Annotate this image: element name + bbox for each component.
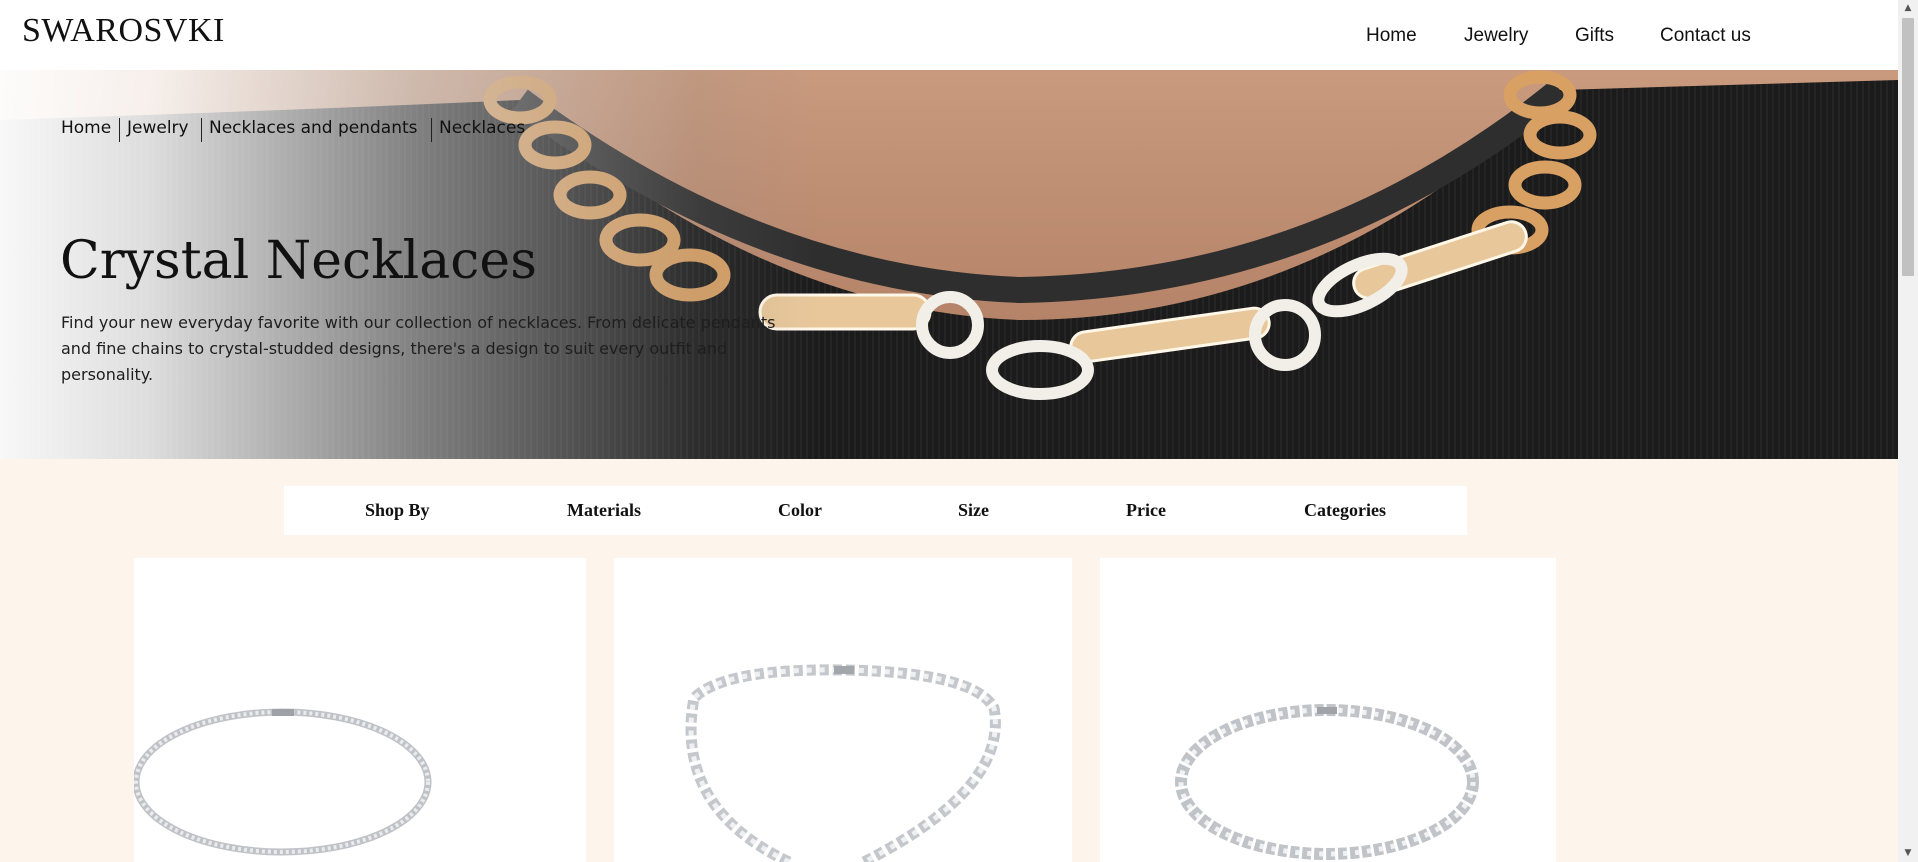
product-image-crystal-necklace-open bbox=[685, 664, 1001, 862]
breadcrumb-necklaces-and-pendants[interactable]: Necklaces and pendants bbox=[209, 118, 418, 138]
filter-size[interactable]: Size bbox=[958, 500, 989, 521]
scroll-down-arrow-icon[interactable]: ▼ bbox=[1898, 845, 1918, 862]
product-image-tennis-necklace-thin bbox=[134, 708, 432, 856]
scrollbar-thumb[interactable] bbox=[1902, 18, 1914, 276]
filter-materials[interactable]: Materials bbox=[567, 500, 641, 521]
filter-shop-by[interactable]: Shop By bbox=[365, 500, 430, 521]
nav-home[interactable]: Home bbox=[1366, 25, 1417, 47]
breadcrumb-divider bbox=[431, 118, 432, 142]
site-header: SWAROSVKI Home Jewelry Gifts Contact us bbox=[0, 0, 1898, 70]
breadcrumb-home[interactable]: Home bbox=[61, 118, 111, 138]
breadcrumb-divider bbox=[119, 118, 120, 142]
filter-color[interactable]: Color bbox=[778, 500, 822, 521]
product-card[interactable] bbox=[1100, 558, 1556, 862]
page-scrollbar[interactable]: ▲ ▼ bbox=[1898, 0, 1918, 862]
filter-bar: Shop By Materials Color Size Price Categ… bbox=[284, 486, 1467, 535]
nav-jewelry[interactable]: Jewelry bbox=[1464, 25, 1528, 47]
breadcrumb-necklaces[interactable]: Necklaces bbox=[439, 118, 525, 138]
product-image-tennis-necklace-round bbox=[1175, 704, 1479, 860]
product-card[interactable] bbox=[134, 558, 586, 862]
site-logo[interactable]: SWAROSVKI bbox=[22, 12, 225, 50]
scroll-up-arrow-icon[interactable]: ▲ bbox=[1898, 0, 1918, 17]
breadcrumb-jewelry[interactable]: Jewelry bbox=[127, 118, 189, 138]
filter-price[interactable]: Price bbox=[1126, 500, 1166, 521]
page-title: Crystal Necklaces bbox=[60, 230, 537, 291]
filter-categories[interactable]: Categories bbox=[1304, 500, 1386, 521]
nav-contact-us[interactable]: Contact us bbox=[1660, 25, 1751, 47]
product-card[interactable] bbox=[614, 558, 1072, 862]
breadcrumb-divider bbox=[201, 118, 202, 142]
page-description: Find your new everyday favorite with our… bbox=[61, 313, 776, 384]
hero-banner: Home Jewelry Necklaces and pendants Neck… bbox=[0, 70, 1898, 459]
nav-gifts[interactable]: Gifts bbox=[1575, 25, 1614, 47]
